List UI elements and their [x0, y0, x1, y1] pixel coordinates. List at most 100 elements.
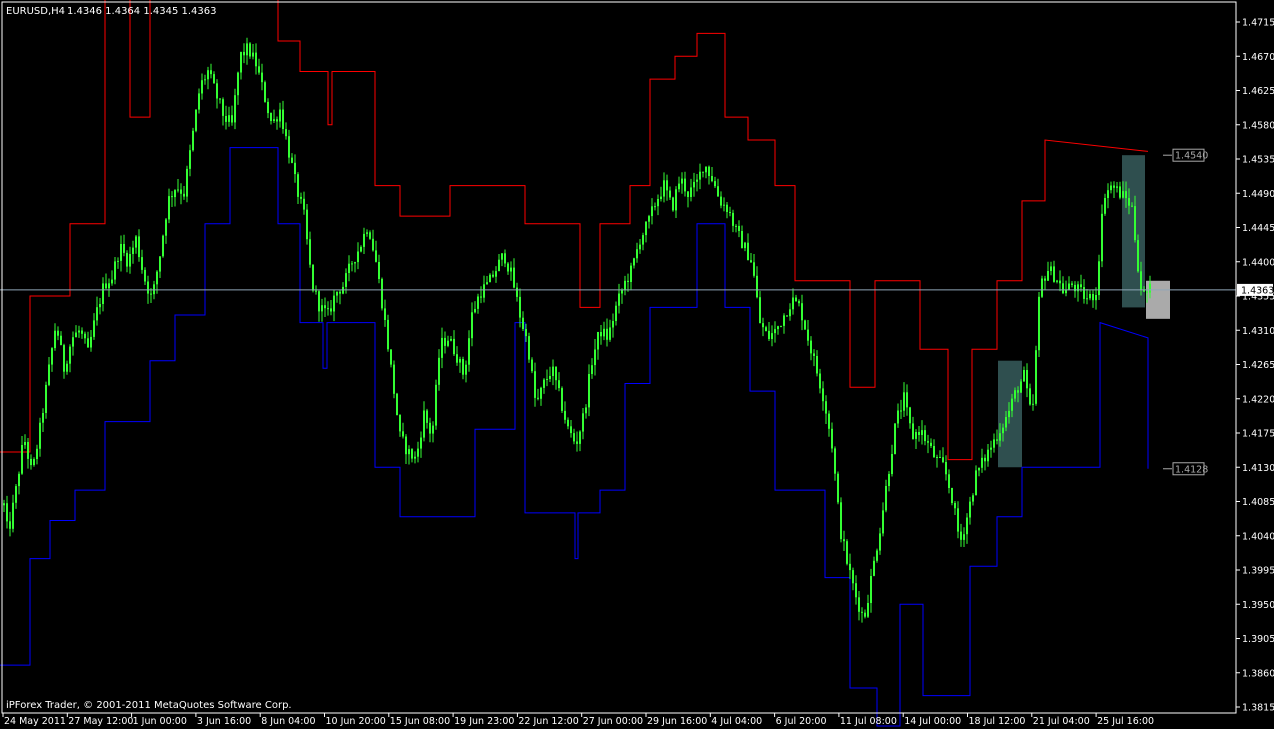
- candle-body: [669, 190, 671, 198]
- candle-body: [756, 275, 758, 298]
- price-tick-label: 1.4445: [1242, 223, 1274, 234]
- candle-body: [552, 366, 554, 376]
- candle-body: [660, 196, 662, 199]
- candle-body: [801, 303, 803, 321]
- candle-body: [1137, 240, 1139, 272]
- candle-body: [150, 293, 152, 295]
- candle-body: [708, 166, 710, 176]
- candle-body: [1050, 266, 1052, 271]
- candle-body: [42, 413, 44, 423]
- candle-body: [825, 401, 827, 414]
- candle-body: [930, 442, 932, 446]
- candle-body: [786, 315, 788, 317]
- candle-body: [855, 583, 857, 598]
- candle-body: [789, 309, 791, 317]
- time-tick-label: 15 Jun 08:00: [390, 716, 450, 727]
- candle-body: [216, 83, 218, 99]
- candle-body: [426, 410, 428, 423]
- price-tick-label: 1.4580: [1242, 120, 1274, 131]
- candle-body: [141, 257, 143, 270]
- price-tick-label: 1.4220: [1242, 394, 1274, 405]
- candle-body: [1053, 266, 1055, 282]
- candle-body: [1017, 390, 1019, 393]
- candle-body: [168, 196, 170, 220]
- candle-body: [60, 335, 62, 346]
- candle-body: [231, 115, 233, 123]
- candle-body: [843, 539, 845, 542]
- time-tick-label: 24 May 2011: [4, 716, 66, 727]
- candle-body: [846, 541, 848, 564]
- candle-body: [681, 178, 683, 184]
- candle-body: [573, 433, 575, 442]
- candle-body: [129, 254, 131, 267]
- candle-body: [6, 503, 8, 522]
- candle-body: [186, 168, 188, 197]
- candle-body: [195, 109, 197, 131]
- candle-body: [78, 330, 80, 333]
- candle-body: [12, 502, 14, 529]
- candle-body: [126, 252, 128, 267]
- candle-body: [840, 502, 842, 540]
- candle-body: [753, 262, 755, 276]
- candle-body: [381, 278, 383, 309]
- candle-body: [822, 388, 824, 402]
- candle-body: [834, 448, 836, 474]
- candle-body: [564, 410, 566, 420]
- candle-body: [732, 212, 734, 226]
- candle-body: [999, 433, 1001, 441]
- candle-body: [900, 410, 902, 412]
- candle-body: [597, 332, 599, 350]
- candle-body: [582, 413, 584, 432]
- candle-body: [222, 99, 224, 116]
- candle-body: [870, 576, 872, 603]
- candle-body: [711, 176, 713, 182]
- candle-body: [633, 258, 635, 266]
- candle-body: [444, 337, 446, 346]
- candle-body: [414, 456, 416, 459]
- time-tick-label: 29 Jun 16:00: [647, 716, 707, 727]
- candle-body: [174, 190, 176, 198]
- candle-body: [258, 66, 260, 73]
- candle-body: [105, 283, 107, 289]
- candle-body: [687, 191, 689, 197]
- candle-body: [180, 189, 182, 194]
- candle-body: [546, 379, 548, 380]
- candle-body: [96, 307, 98, 321]
- candle-body: [294, 162, 296, 175]
- candle-body: [279, 109, 281, 122]
- candle-body: [1059, 280, 1061, 284]
- candle-body: [156, 271, 158, 285]
- price-chart[interactable]: 1.4715 1.4670 1.4625 1.4580 1.4535 1.4490 1.44…: [0, 0, 1274, 729]
- candle-body: [93, 320, 95, 337]
- candle-body: [273, 119, 275, 121]
- candle-body: [828, 413, 830, 429]
- candle-body: [132, 247, 134, 254]
- time-tick-label: 27 Jun 00:00: [583, 716, 643, 727]
- price-tick-label: 1.4535: [1242, 155, 1274, 166]
- candle-body: [354, 262, 356, 264]
- candle-body: [204, 79, 206, 81]
- candle-body: [798, 301, 800, 304]
- candle-body: [1086, 298, 1088, 300]
- candle-body: [300, 196, 302, 199]
- candle-body: [1134, 206, 1136, 241]
- candle-body: [18, 473, 20, 487]
- time-tick-label: 10 Jun 20:00: [326, 716, 386, 727]
- candle-body: [306, 209, 308, 240]
- candle-body: [1068, 283, 1070, 290]
- candle-body: [525, 329, 527, 337]
- candle-body: [729, 212, 731, 213]
- candle-body: [747, 242, 749, 261]
- candle-body: [993, 439, 995, 448]
- candle-body: [618, 293, 620, 306]
- candle-body: [1113, 185, 1115, 188]
- candle-body: [921, 430, 923, 435]
- candle-body: [480, 296, 482, 298]
- candle-body: [1128, 198, 1130, 206]
- candle-body: [366, 232, 368, 234]
- candle-body: [33, 459, 35, 466]
- candle-body: [642, 235, 644, 245]
- candle-body: [879, 533, 881, 551]
- candle-body: [1071, 283, 1073, 285]
- price-tick-label: 1.4625: [1242, 86, 1274, 97]
